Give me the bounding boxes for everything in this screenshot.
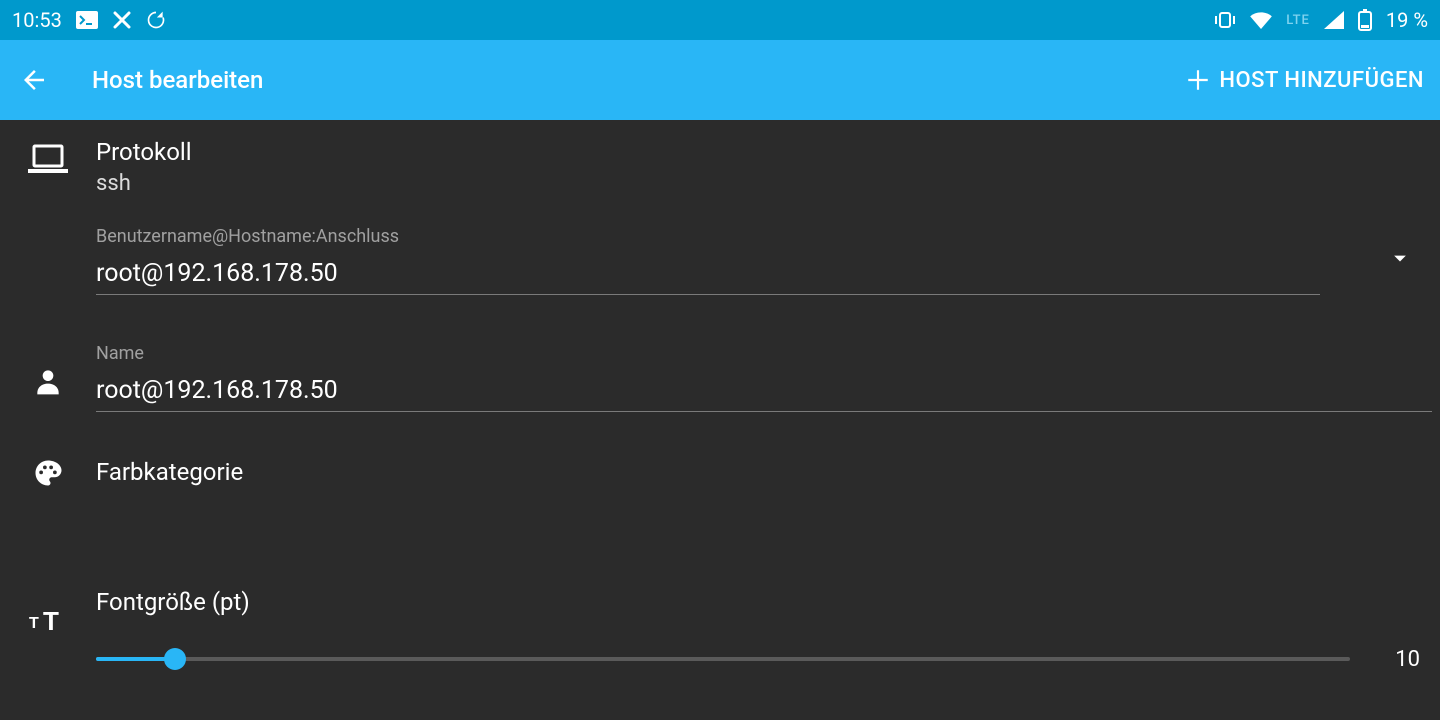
- battery-text: 19 %: [1386, 8, 1428, 32]
- network-type-label: LTE: [1286, 13, 1310, 28]
- person-icon: [32, 365, 64, 401]
- terminal-app-icon: [76, 11, 98, 29]
- add-host-label: HOST HINZUFÜGEN: [1219, 68, 1424, 93]
- battery-icon: [1358, 9, 1372, 31]
- slider-thumb[interactable]: [164, 648, 186, 670]
- status-clock: 10:53: [12, 8, 62, 32]
- back-button[interactable]: [10, 56, 58, 104]
- form-content: Protokoll ssh Benutzername@Hostname:Ansc…: [0, 120, 1440, 672]
- wifi-icon: [1250, 11, 1272, 29]
- vibrate-icon: [1214, 11, 1236, 29]
- connection-row: Benutzername@Hostname:Anschluss: [0, 196, 1440, 295]
- palette-icon: [31, 458, 65, 492]
- status-bar: 10:53 LTE 19 %: [0, 0, 1440, 40]
- sync-off-icon: [112, 10, 132, 30]
- connection-input[interactable]: [96, 255, 1320, 295]
- add-host-button[interactable]: HOST HINZUFÜGEN: [1185, 67, 1424, 93]
- font-size-row: TT Fontgröße (pt) 10: [0, 492, 1440, 672]
- status-left: 10:53: [12, 8, 166, 32]
- plus-icon: [1185, 67, 1211, 93]
- name-label: Name: [96, 343, 1432, 364]
- arrow-back-icon: [19, 65, 49, 95]
- svg-text:T: T: [29, 615, 39, 632]
- svg-text:T: T: [43, 606, 59, 634]
- refresh-icon: [146, 10, 166, 30]
- protocol-label: Protokoll: [96, 138, 1416, 167]
- connection-label: Benutzername@Hostname:Anschluss: [96, 226, 1320, 247]
- chevron-down-icon: [1386, 244, 1414, 272]
- status-right: LTE 19 %: [1214, 8, 1428, 32]
- protocol-value: ssh: [96, 171, 1416, 196]
- name-input[interactable]: [96, 372, 1432, 412]
- name-row: Name: [0, 295, 1440, 412]
- laptop-icon: [28, 144, 68, 180]
- font-size-label: Fontgröße (pt): [96, 588, 1432, 617]
- expand-button[interactable]: [1386, 244, 1414, 276]
- slider-track: [96, 657, 1350, 661]
- page-title: Host bearbeiten: [92, 66, 1185, 94]
- text-size-icon: TT: [29, 606, 67, 638]
- font-size-slider[interactable]: [96, 647, 1350, 671]
- app-bar: Host bearbeiten HOST HINZUFÜGEN: [0, 40, 1440, 120]
- signal-icon: [1324, 11, 1344, 29]
- color-label: Farbkategorie: [96, 458, 1416, 487]
- font-size-value: 10: [1380, 647, 1420, 672]
- color-row[interactable]: Farbkategorie: [0, 412, 1440, 492]
- protocol-row[interactable]: Protokoll ssh: [0, 120, 1440, 196]
